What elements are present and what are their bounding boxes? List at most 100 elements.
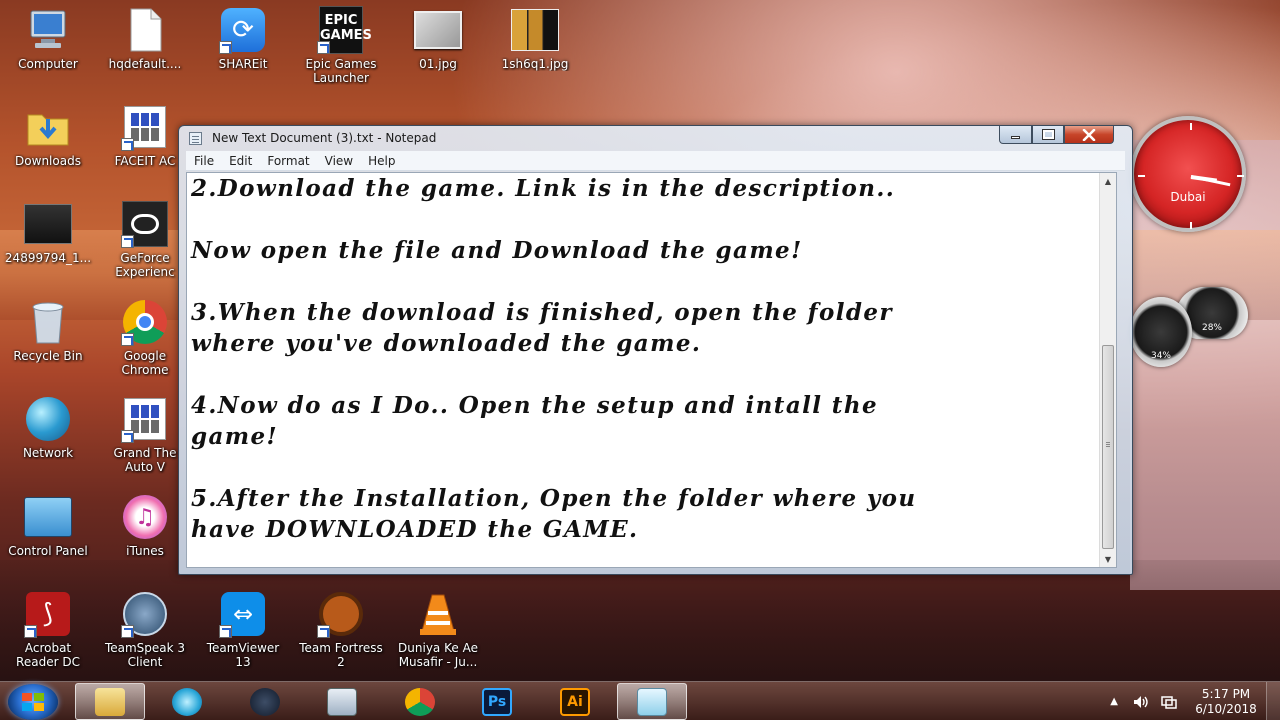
menu-bar: File Edit Format View Help [186,151,1125,171]
desktop-icon[interactable]: ⟆ Acrobat Reader DC [0,590,96,669]
shareit-icon: ⟳ [219,6,267,54]
taskbar-time: 5:17 PM [1201,686,1251,701]
desktop-icon[interactable]: Duniya Ke Ae Musafir - Ju... [390,590,486,669]
clock-gadget[interactable]: Dubai [1130,116,1246,232]
desktop-icon-label: Computer [18,57,78,71]
desktop-icon-label: 24899794_1... [4,251,92,265]
taskbar-chrome[interactable] [385,683,455,720]
desktop-icon[interactable]: 24899794_1... [0,200,96,265]
window-title: New Text Document (3).txt - Notepad [212,131,437,145]
teamspeak-icon [121,590,169,638]
shortcut-arrow-icon [121,430,134,443]
teamviewer-icon: ⇔ [219,590,267,638]
desktop-icon[interactable]: 01.jpg [390,6,486,71]
photoshop-icon: Ps [482,687,512,716]
menu-view[interactable]: View [317,154,360,168]
desktop-icon[interactable]: Control Panel [0,493,96,558]
clock-hour-hand [1190,175,1218,183]
chrome-icon [121,298,169,346]
taskbar-illustrator[interactable]: Ai [540,683,610,720]
geforce-icon [121,200,169,248]
desktop-icon-label: Network [22,446,74,460]
desktop-icon-label: Acrobat Reader DC [16,641,80,669]
taskbar-clock[interactable]: 5:17 PM 6/10/2018 [1186,687,1266,717]
desktop-icon[interactable]: ⟳ SHAREit [195,6,291,71]
notepad-icon [189,132,202,145]
notepad-window[interactable]: New Text Document (3).txt - Notepad File… [178,125,1133,575]
downloads-folder-icon [24,103,72,151]
vlc-icon [414,590,462,638]
vertical-scrollbar[interactable]: ▲ ▼ [1099,173,1116,567]
file-icon [121,6,169,54]
minimize-icon [1011,136,1020,139]
gta-v-icon [121,395,169,443]
desktop-icon[interactable]: ⇔ TeamViewer 13 [195,590,291,669]
steam-icon [250,687,280,716]
show-hidden-icons-icon[interactable]: ▲ [1110,696,1118,707]
desktop-icon-label: Duniya Ke Ae Musafir - Ju... [398,641,478,669]
team-fortress-icon [317,590,365,638]
desktop-icon[interactable]: hqdefault.... [97,6,193,71]
image-file-icon [511,6,559,54]
show-desktop-button[interactable] [1266,682,1280,720]
chrome-icon [405,687,435,716]
menu-edit[interactable]: Edit [221,154,259,168]
network-icon[interactable] [1160,694,1178,710]
title-bar[interactable]: New Text Document (3).txt - Notepad [179,126,1132,150]
menu-help[interactable]: Help [360,154,402,168]
desktop-icon-label: SHAREit [218,57,268,71]
desktop-icon[interactable]: 1sh6q1.jpg [487,6,583,71]
network-icon [24,395,72,443]
desktop-icon[interactable]: Recycle Bin [0,298,96,363]
notepad-taskbar-icon [637,687,667,716]
system-tray: ▲ 5:17 PM 6/10/2018 [1110,682,1280,720]
desktop-icon[interactable]: Downloads [0,103,96,168]
shortcut-arrow-icon [121,138,134,151]
desktop-icon[interactable]: Network [0,395,96,460]
desktop-icon-label: Downloads [15,154,81,168]
desktop-icon-label: 1sh6q1.jpg [501,57,569,71]
scroll-up-icon[interactable]: ▲ [1100,173,1116,189]
menu-file[interactable]: File [186,154,221,168]
calculator-icon [327,687,357,716]
close-button[interactable] [1064,126,1114,144]
itunes-icon: ♫ [121,493,169,541]
illustrator-icon: Ai [560,687,590,716]
faceit-ac-icon [121,103,169,151]
maximize-button[interactable] [1032,126,1064,144]
text-editor[interactable]: 2.Download the game. Link is in the desc… [186,172,1117,568]
minimize-button[interactable] [999,126,1032,144]
shortcut-arrow-icon [24,625,37,638]
desktop-icon-label: Team Fortress 2 [299,641,383,669]
taskbar-notepad[interactable] [617,683,687,720]
desktop-icon[interactable]: TeamSpeak 3 Client [97,590,193,669]
menu-format[interactable]: Format [259,154,316,168]
ram-meter-gadget[interactable]: 34% [1130,297,1192,367]
shortcut-arrow-icon [219,41,232,54]
desktop-icon-label: hqdefault.... [108,57,182,71]
taskbar-date: 6/10/2018 [1195,701,1257,716]
desktop-icon-label: Control Panel [8,544,88,558]
document-text[interactable]: 2.Download the game. Link is in the desc… [191,173,1091,545]
acrobat-reader-icon: ⟆ [24,590,72,638]
taskbar-app-swirl[interactable] [152,683,222,720]
shortcut-arrow-icon [317,625,330,638]
start-button[interactable] [8,684,58,720]
close-icon [1082,128,1096,141]
shortcut-arrow-icon [317,41,330,54]
desktop-icon[interactable]: Computer [0,6,96,71]
taskbar-explorer[interactable] [75,683,145,720]
image-file-icon [24,200,72,248]
scroll-down-icon[interactable]: ▼ [1100,551,1116,567]
epic-games-icon: EPIC GAMES [317,6,372,54]
taskbar-calculator[interactable] [307,683,377,720]
image-file-icon [414,6,462,54]
shortcut-arrow-icon [121,235,134,248]
scroll-thumb[interactable] [1102,345,1114,549]
shortcut-arrow-icon [121,333,134,346]
taskbar-steam[interactable] [230,683,300,720]
desktop-icon[interactable]: EPIC GAMES Epic Games Launcher [293,6,389,85]
desktop-icon[interactable]: Team Fortress 2 [293,590,389,669]
taskbar-photoshop[interactable]: Ps [462,683,532,720]
volume-icon[interactable] [1132,694,1150,710]
